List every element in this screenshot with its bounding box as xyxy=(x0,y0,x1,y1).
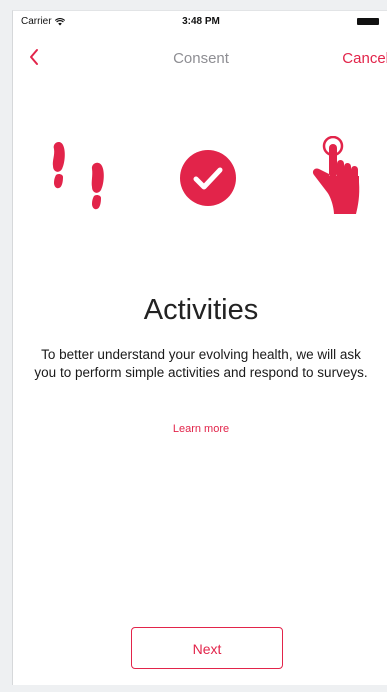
navigation-bar: Consent Cancel xyxy=(13,35,387,79)
description-text: To better understand your evolving healt… xyxy=(34,347,368,380)
learn-more-link[interactable]: Learn more xyxy=(13,423,387,435)
nav-title: Consent xyxy=(173,50,229,67)
footsteps-icon xyxy=(52,142,104,210)
status-time: 3:48 PM xyxy=(182,16,220,27)
status-bar: Carrier 3:48 PM xyxy=(13,11,387,33)
page-headline: Activities xyxy=(143,294,259,326)
next-button[interactable]: Next xyxy=(131,627,283,669)
battery-icon xyxy=(357,18,379,25)
tap-hand-icon xyxy=(312,136,360,214)
app-screen: Carrier 3:48 PM Consent Cancel Activitie… xyxy=(12,10,387,685)
checkmark-circle-icon xyxy=(180,150,236,206)
illustration-row xyxy=(13,136,387,226)
cancel-button[interactable]: Cancel xyxy=(342,50,387,67)
